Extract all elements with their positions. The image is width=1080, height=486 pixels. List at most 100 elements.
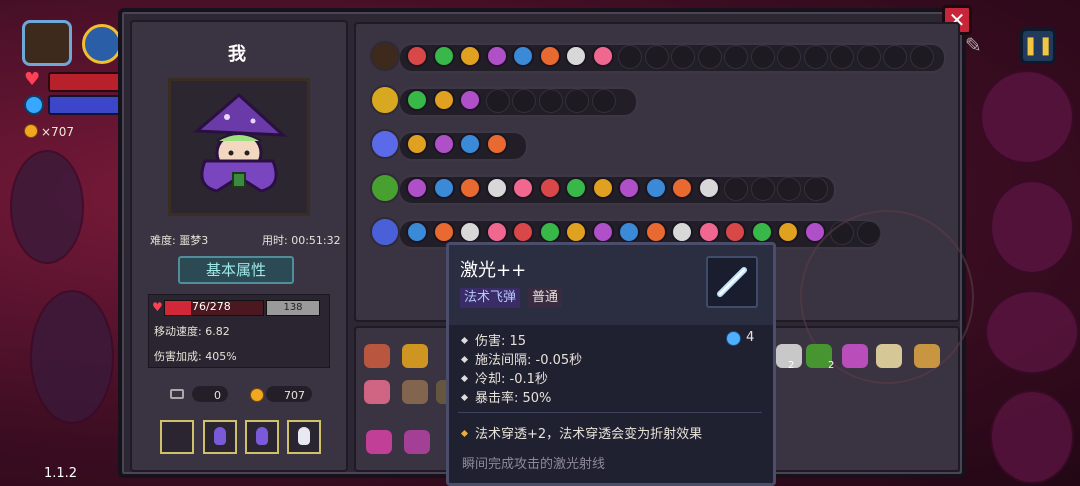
empty-spell-slot[interactable] (565, 89, 589, 113)
spell-slot-icon[interactable] (538, 221, 561, 243)
shield-value: 138 (266, 300, 320, 316)
inventory-spell-icon[interactable] (402, 380, 428, 404)
empty-spell-slot[interactable] (803, 45, 828, 69)
spell-slot-icon[interactable] (591, 45, 614, 67)
spell-slot-icon[interactable] (697, 221, 720, 243)
spell-slot-icon[interactable] (432, 45, 455, 67)
wand-icon[interactable] (370, 173, 400, 203)
spell-slot-icon[interactable] (485, 45, 508, 67)
empty-spell-slot[interactable] (697, 45, 722, 69)
spell-slot-icon[interactable] (697, 177, 720, 199)
empty-spell-slot[interactable] (644, 45, 669, 69)
spell-slot-icon[interactable] (671, 177, 693, 199)
stack-count: 2 (788, 360, 795, 371)
inventory-spell-icon[interactable] (404, 430, 430, 454)
empty-spell-slot[interactable] (618, 45, 642, 69)
tooltip-divider (458, 412, 762, 413)
backpack-icon[interactable] (370, 41, 400, 71)
spell-slot-icon[interactable] (406, 89, 428, 111)
spell-slot-icon[interactable] (406, 177, 428, 199)
spell-slot-icon[interactable] (618, 221, 640, 243)
spell-slot-icon[interactable] (485, 177, 508, 199)
potion-slot-3[interactable] (245, 420, 279, 454)
spell-slot-icon[interactable] (644, 221, 667, 243)
spell-slot-icon[interactable] (459, 177, 481, 199)
inventory-spell-icon[interactable] (876, 344, 902, 368)
spell-slot-icon[interactable] (565, 45, 587, 67)
spell-slot-icon[interactable] (512, 177, 534, 199)
spell-slot-icon[interactable] (591, 177, 614, 199)
spell-slot-icon[interactable] (644, 177, 667, 199)
spell-slot-icon[interactable] (459, 45, 481, 67)
wand-icon[interactable] (370, 129, 400, 159)
empty-spell-slot[interactable] (777, 177, 801, 201)
empty-spell-slot[interactable] (830, 45, 854, 69)
spell-slot-icon[interactable] (591, 221, 614, 243)
purple-potion-icon (214, 427, 226, 445)
empty-spell-slot[interactable] (724, 45, 748, 69)
spell-slot-icon[interactable] (538, 177, 561, 199)
potion-slot-4[interactable] (287, 420, 321, 454)
gold-medal-icon[interactable] (82, 24, 122, 64)
potion-slot-1[interactable] (160, 420, 194, 454)
empty-spell-slot[interactable] (671, 45, 695, 69)
stat-line: 冷却: -0.1秒 (460, 368, 548, 387)
inventory-spell-icon[interactable] (366, 430, 392, 454)
spell-slot-icon[interactable] (406, 133, 428, 155)
spell-slot-icon[interactable] (724, 221, 746, 243)
empty-spell-slot[interactable] (803, 177, 828, 201)
tab-basic-stats[interactable]: 基本属性 (178, 256, 294, 284)
version-label: 1.1.2 (44, 466, 78, 481)
mana-cost-icon (726, 331, 741, 346)
empty-spell-slot[interactable] (856, 45, 881, 69)
empty-spell-slot[interactable] (883, 45, 907, 69)
inventory-spell-icon[interactable] (914, 344, 940, 368)
empty-spell-slot[interactable] (538, 89, 563, 113)
hud-coin-counter: ×707 (24, 124, 74, 139)
inventory-spell-icon[interactable] (402, 344, 428, 368)
map-icon[interactable]: ✎ (965, 33, 989, 59)
white-potion-icon (298, 427, 310, 445)
pause-button[interactable]: ❚❚ (1020, 28, 1056, 64)
empty-spell-slot[interactable] (777, 45, 801, 69)
empty-spell-slot[interactable] (512, 89, 536, 113)
effect-line: 法术穿透+2，法术穿透会变为折射效果 (460, 423, 702, 442)
coin-icon (24, 124, 38, 138)
empty-spell-slot[interactable] (591, 89, 616, 113)
empty-spell-slot[interactable] (750, 45, 775, 69)
empty-spell-slot[interactable] (750, 177, 775, 201)
spell-slot-icon[interactable] (750, 221, 773, 243)
tooltip-description: 瞬间完成攻击的激光射线 (462, 457, 606, 472)
wand-icon[interactable] (370, 217, 400, 247)
wand-icon[interactable] (370, 85, 400, 115)
potion-slot-2[interactable] (203, 420, 237, 454)
spell-slot-icon[interactable] (485, 221, 508, 243)
spell-slot-icon[interactable] (485, 133, 508, 155)
spell-slot-icon[interactable] (565, 177, 587, 199)
spell-slot-icon[interactable] (512, 221, 534, 243)
spell-slot-icon[interactable] (565, 221, 587, 243)
empty-spell-slot[interactable] (909, 45, 934, 69)
empty-spell-slot[interactable] (724, 177, 748, 201)
spell-slot-icon[interactable] (459, 221, 481, 243)
spell-slot-icon[interactable] (432, 133, 455, 155)
inventory-spell-icon[interactable] (364, 344, 390, 368)
move-speed: 移动速度: 6.82 (154, 325, 230, 338)
spell-slot-icon[interactable] (459, 89, 481, 111)
spell-slot-icon[interactable] (618, 177, 640, 199)
chest-icon[interactable] (22, 20, 72, 66)
spell-slot-icon[interactable] (777, 221, 799, 243)
spell-slot-icon[interactable] (406, 45, 428, 67)
inventory-spell-icon[interactable] (364, 380, 390, 404)
inventory-spell-icon[interactable] (842, 344, 868, 368)
spell-slot-icon[interactable] (432, 177, 455, 199)
spell-slot-icon[interactable] (432, 89, 455, 111)
spell-slot-icon[interactable] (671, 221, 693, 243)
spell-slot-icon[interactable] (406, 221, 428, 243)
laser-spell-icon (706, 256, 758, 308)
empty-spell-slot[interactable] (485, 89, 510, 113)
spell-slot-icon[interactable] (432, 221, 455, 243)
spell-slot-icon[interactable] (538, 45, 561, 67)
spell-slot-icon[interactable] (512, 45, 534, 67)
spell-slot-icon[interactable] (459, 133, 481, 155)
